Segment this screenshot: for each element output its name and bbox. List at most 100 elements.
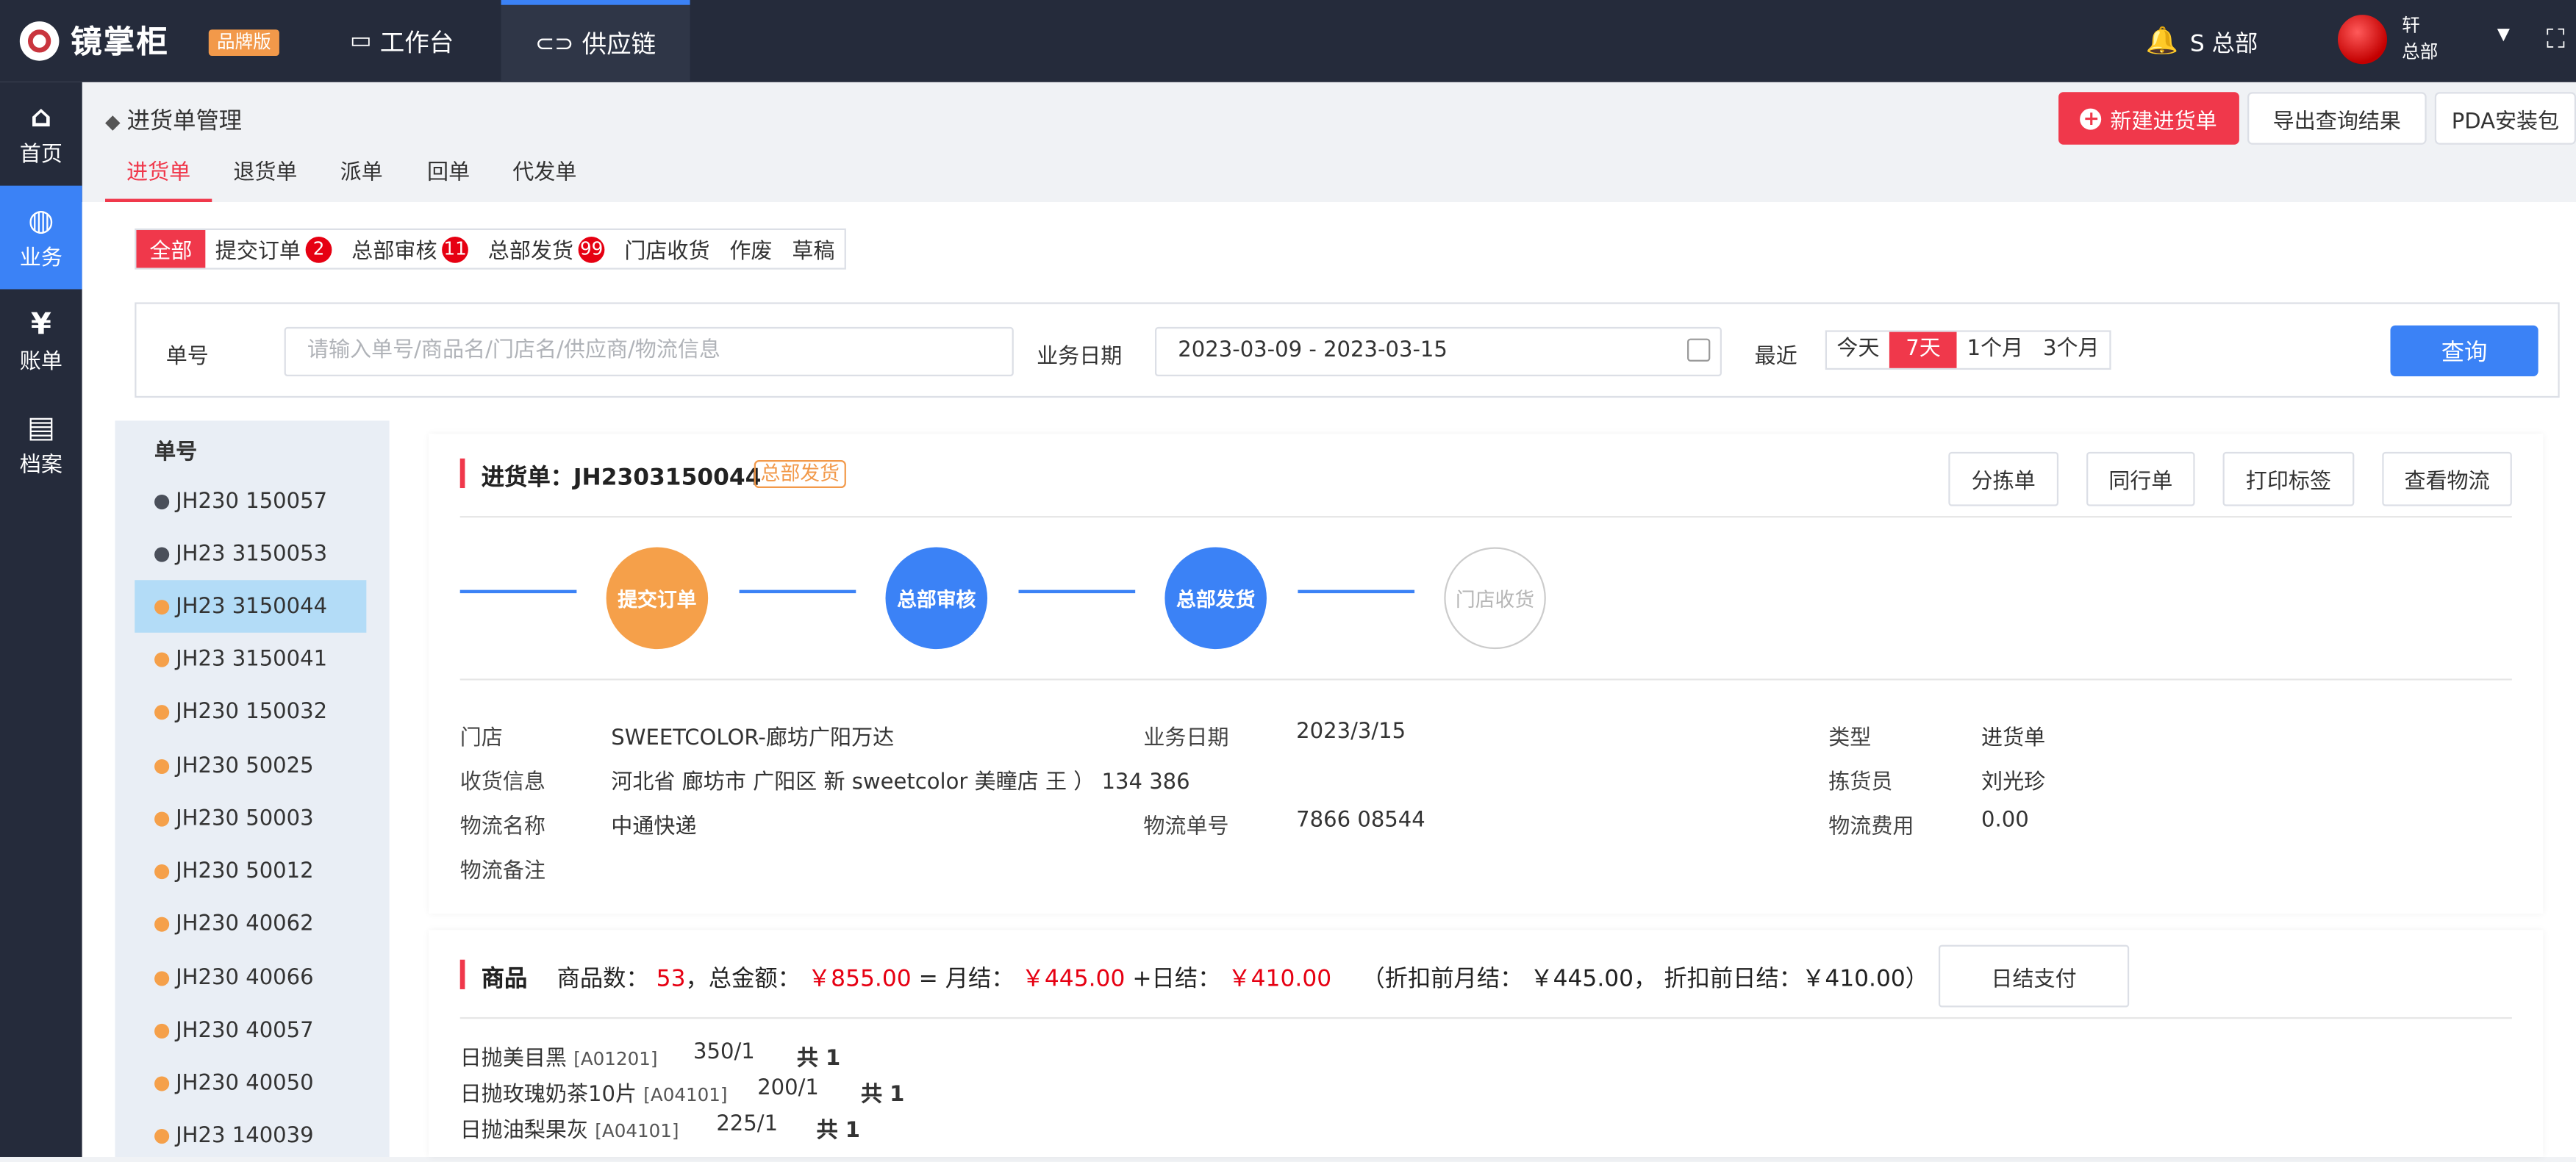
monthly-amount: ￥445.00 <box>1021 966 1126 993</box>
fullscreen-icon[interactable]: ⛶ <box>2547 23 2565 56</box>
list-item[interactable]: JH230 50025 <box>135 739 366 792</box>
delivery-note-button[interactable]: 同行单 <box>2086 451 2195 506</box>
order-no: JH230 40057 <box>176 1018 314 1043</box>
list-item[interactable]: JH230 40066 <box>135 952 366 1005</box>
sidebar-item-archive[interactable]: ▤ 档案 <box>0 392 82 496</box>
status-dot <box>154 493 170 509</box>
biz-date-label: 业务日期 <box>1037 345 1123 370</box>
status-dot <box>154 704 170 720</box>
status-store-received[interactable]: 门店收货 <box>615 230 720 268</box>
tab-dropship[interactable]: 代发单 <box>512 146 576 202</box>
picking-list-button[interactable]: 分拣单 <box>1948 451 2059 506</box>
range-3-months[interactable]: 3个月 <box>2033 332 2109 368</box>
progress-line <box>1018 589 1136 594</box>
tag-icon: ◆ <box>105 110 121 134</box>
goods-name: 日抛油梨果灰 <box>459 1119 589 1144</box>
range-1-month[interactable]: 1个月 <box>1957 332 2033 368</box>
view-logistics-button[interactable]: 查看物流 <box>2382 451 2512 506</box>
order-no: JH23 3150044 <box>176 594 328 619</box>
total-amount: ￥855.00 <box>807 966 912 993</box>
status-hq-review[interactable]: 总部审核 11 <box>342 230 479 268</box>
status-all[interactable]: 全部 <box>136 230 206 268</box>
status-dot <box>154 1075 170 1091</box>
order-search-input[interactable]: 请输入单号/商品名/门店名/供应商/物流信息 <box>284 326 1014 376</box>
goods-code: [A04101] <box>643 1084 728 1106</box>
status-label: 总部审核 <box>351 240 437 265</box>
count-label: 商品数： <box>557 966 649 993</box>
export-results-button[interactable]: 导出查询结果 <box>2247 92 2427 145</box>
range-today[interactable]: 今天 <box>1827 332 1889 368</box>
user-avatar[interactable] <box>2337 15 2388 65</box>
tab-dispatch[interactable]: 派单 <box>340 146 383 202</box>
list-item[interactable]: JH23 3150053 <box>135 528 366 581</box>
range-7-days[interactable]: 7天 <box>1889 331 1958 368</box>
yen-icon: ¥ <box>30 307 51 342</box>
nav-workbench[interactable]: ▭ 工作台 <box>350 0 454 82</box>
order-no: JH230 50025 <box>176 753 314 778</box>
step-hq-shipped: 总部发货 <box>1164 547 1267 650</box>
file-icon: ▤ <box>26 410 55 445</box>
user-name[interactable]: 轩 总部 <box>2402 13 2438 66</box>
logistics-note-label: 物流备注 <box>459 859 545 884</box>
order-no: JH23 3150053 <box>176 541 328 567</box>
list-item[interactable]: JH23 140039 <box>135 1109 366 1162</box>
link-icon: ⊂⊃ <box>534 30 574 57</box>
order-no: JH23 140039 <box>176 1123 314 1148</box>
status-dot <box>154 758 170 773</box>
tab-purchase-order[interactable]: 进货单 <box>105 146 212 203</box>
sidebar-item-bills[interactable]: ¥ 账单 <box>0 290 82 393</box>
status-draft[interactable]: 草稿 <box>782 230 845 268</box>
status-dot <box>154 863 170 879</box>
list-item[interactable]: JH230 50012 <box>135 844 366 897</box>
goods-name: 日抛玫瑰奶茶10片 <box>459 1083 637 1108</box>
list-item[interactable]: JH230 40062 <box>135 897 366 950</box>
list-item-selected[interactable]: JH23 3150044 <box>135 580 367 633</box>
receiver-label: 收货信息 <box>459 770 545 796</box>
step-store-received: 门店收货 <box>1444 547 1546 650</box>
list-item[interactable]: JH230 150032 <box>135 685 366 738</box>
pda-package-button[interactable]: PDA安装包 <box>2434 92 2576 145</box>
sidebar-item-business[interactable]: ◍ 业务 <box>0 185 82 290</box>
list-item[interactable]: JH230 40050 <box>135 1057 366 1110</box>
app-logo[interactable]: 镜掌柜 <box>19 18 169 62</box>
status-submitted[interactable]: 提交订单 2 <box>205 230 342 268</box>
status-dot <box>154 1022 170 1038</box>
biz-date-value: 2023/3/15 <box>1296 720 1406 745</box>
sidebar-item-home[interactable]: ⌂ 首页 <box>0 82 82 186</box>
type-value: 进货单 <box>1981 726 2046 751</box>
list-item[interactable]: JH230 50003 <box>135 792 366 845</box>
order-title: 进货单：JH2303150044 <box>482 460 762 493</box>
goods-section-title: 商品 <box>481 966 528 993</box>
status-hq-shipped[interactable]: 总部发货 99 <box>478 230 615 268</box>
chevron-down-icon[interactable]: ▼ <box>2497 26 2510 45</box>
breadcrumb: ◆ 进货单管理 <box>105 104 242 137</box>
list-item[interactable]: JH230 150057 <box>135 475 366 528</box>
list-item[interactable]: JH23 3150041 <box>135 633 366 686</box>
print-label-button[interactable]: 打印标签 <box>2222 451 2355 506</box>
nav-supply-chain[interactable]: ⊂⊃ 供应链 <box>501 0 690 82</box>
tab-receipt[interactable]: 回单 <box>427 146 470 202</box>
bell-icon[interactable]: 🔔 <box>2146 25 2179 56</box>
tab-return-order[interactable]: 退货单 <box>233 146 297 202</box>
status-void[interactable]: 作废 <box>720 230 782 268</box>
logistics-name-label: 物流名称 <box>459 814 545 840</box>
query-button[interactable]: 查询 <box>2390 325 2539 376</box>
biz-date-label: 业务日期 <box>1143 726 1229 751</box>
goods-total: 共 1 <box>796 1047 841 1072</box>
list-item[interactable]: JH230 40057 <box>135 1004 366 1057</box>
goods-summary: 商品数： 53，总金额： ￥855.00 = 月结： ￥445.00 +日结： … <box>557 961 1929 994</box>
count-badge: 11 <box>442 235 468 262</box>
goods-total: 共 1 <box>816 1119 861 1144</box>
goods-total: 共 1 <box>860 1083 905 1108</box>
goods-row: 日抛油梨果灰 [A04101] 225/1 共 1 <box>459 1113 860 1144</box>
daily-pay-button[interactable]: 日结支付 <box>1938 944 2130 1008</box>
brand-edition-badge: 品牌版 <box>208 29 279 57</box>
step-hq-review: 总部审核 <box>885 547 988 650</box>
date-range-picker[interactable]: 2023-03-09 - 2023-03-15 <box>1154 326 1722 376</box>
picker-value: 刘光珍 <box>1981 770 2046 796</box>
order-no: JH230 40050 <box>176 1070 314 1096</box>
order-list-header: 单号 <box>154 440 198 465</box>
logistics-name-value: 中通快递 <box>611 814 697 840</box>
new-purchase-order-button[interactable]: + 新建进货单 <box>2058 92 2239 145</box>
divider <box>459 678 2512 681</box>
